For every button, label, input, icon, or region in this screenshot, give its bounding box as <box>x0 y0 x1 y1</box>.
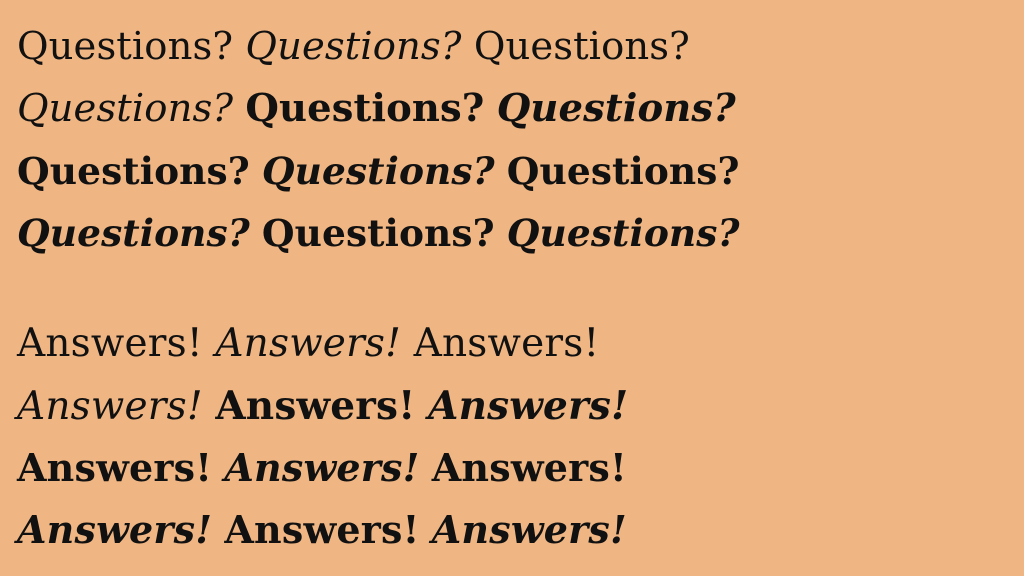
answers-word: Answers! <box>224 507 420 552</box>
answers-block: Answers! Answers! Answers! Answers! Answ… <box>17 313 628 561</box>
questions-word: Questions? <box>245 24 462 69</box>
questions-word: Questions? <box>261 211 495 255</box>
questions-word: Questions? <box>17 86 234 131</box>
questions-word: Questions? <box>506 211 740 255</box>
questions-word: Questions? <box>17 24 234 69</box>
questions-word: Questions? <box>473 24 690 69</box>
answers-line-2: Answers! Answers! Answers! <box>17 375 628 437</box>
answers-word: Answers! <box>215 383 416 429</box>
questions-word: Questions? <box>496 86 736 131</box>
questions-word: Questions? <box>261 149 495 193</box>
questions-word: Questions? <box>17 211 250 255</box>
answers-word: Answers! <box>431 445 627 490</box>
questions-word: Questions? <box>17 149 250 193</box>
questions-line-3: Questions? Questions? Questions? <box>17 140 740 202</box>
answers-word: Answers! <box>428 383 629 429</box>
answers-line-1: Answers! Answers! Answers! <box>17 313 628 375</box>
answers-word: Answers! <box>215 321 402 366</box>
answers-word: Answers! <box>17 384 203 429</box>
answers-word: Answers! <box>413 321 600 366</box>
answers-line-4: Answers! Answers! Answers! <box>17 499 628 561</box>
answers-word: Answers! <box>431 507 627 552</box>
answers-line-3: Answers! Answers! Answers! <box>17 437 628 499</box>
questions-line-1: Questions? Questions? Questions? <box>17 16 740 78</box>
questions-line-4: Questions? Questions? Questions? <box>17 202 740 264</box>
answers-word: Answers! <box>17 321 203 366</box>
questions-word: Questions? <box>506 149 740 193</box>
answers-word: Answers! <box>224 445 420 490</box>
questions-block: Questions? Questions? Questions? Questio… <box>17 16 740 264</box>
answers-word: Answers! <box>17 507 213 552</box>
questions-line-2: Questions? Questions? Questions? <box>17 78 740 140</box>
type-specimen: Questions? Questions? Questions? Questio… <box>0 0 1024 576</box>
questions-word: Questions? <box>245 86 485 131</box>
answers-word: Answers! <box>17 445 213 490</box>
